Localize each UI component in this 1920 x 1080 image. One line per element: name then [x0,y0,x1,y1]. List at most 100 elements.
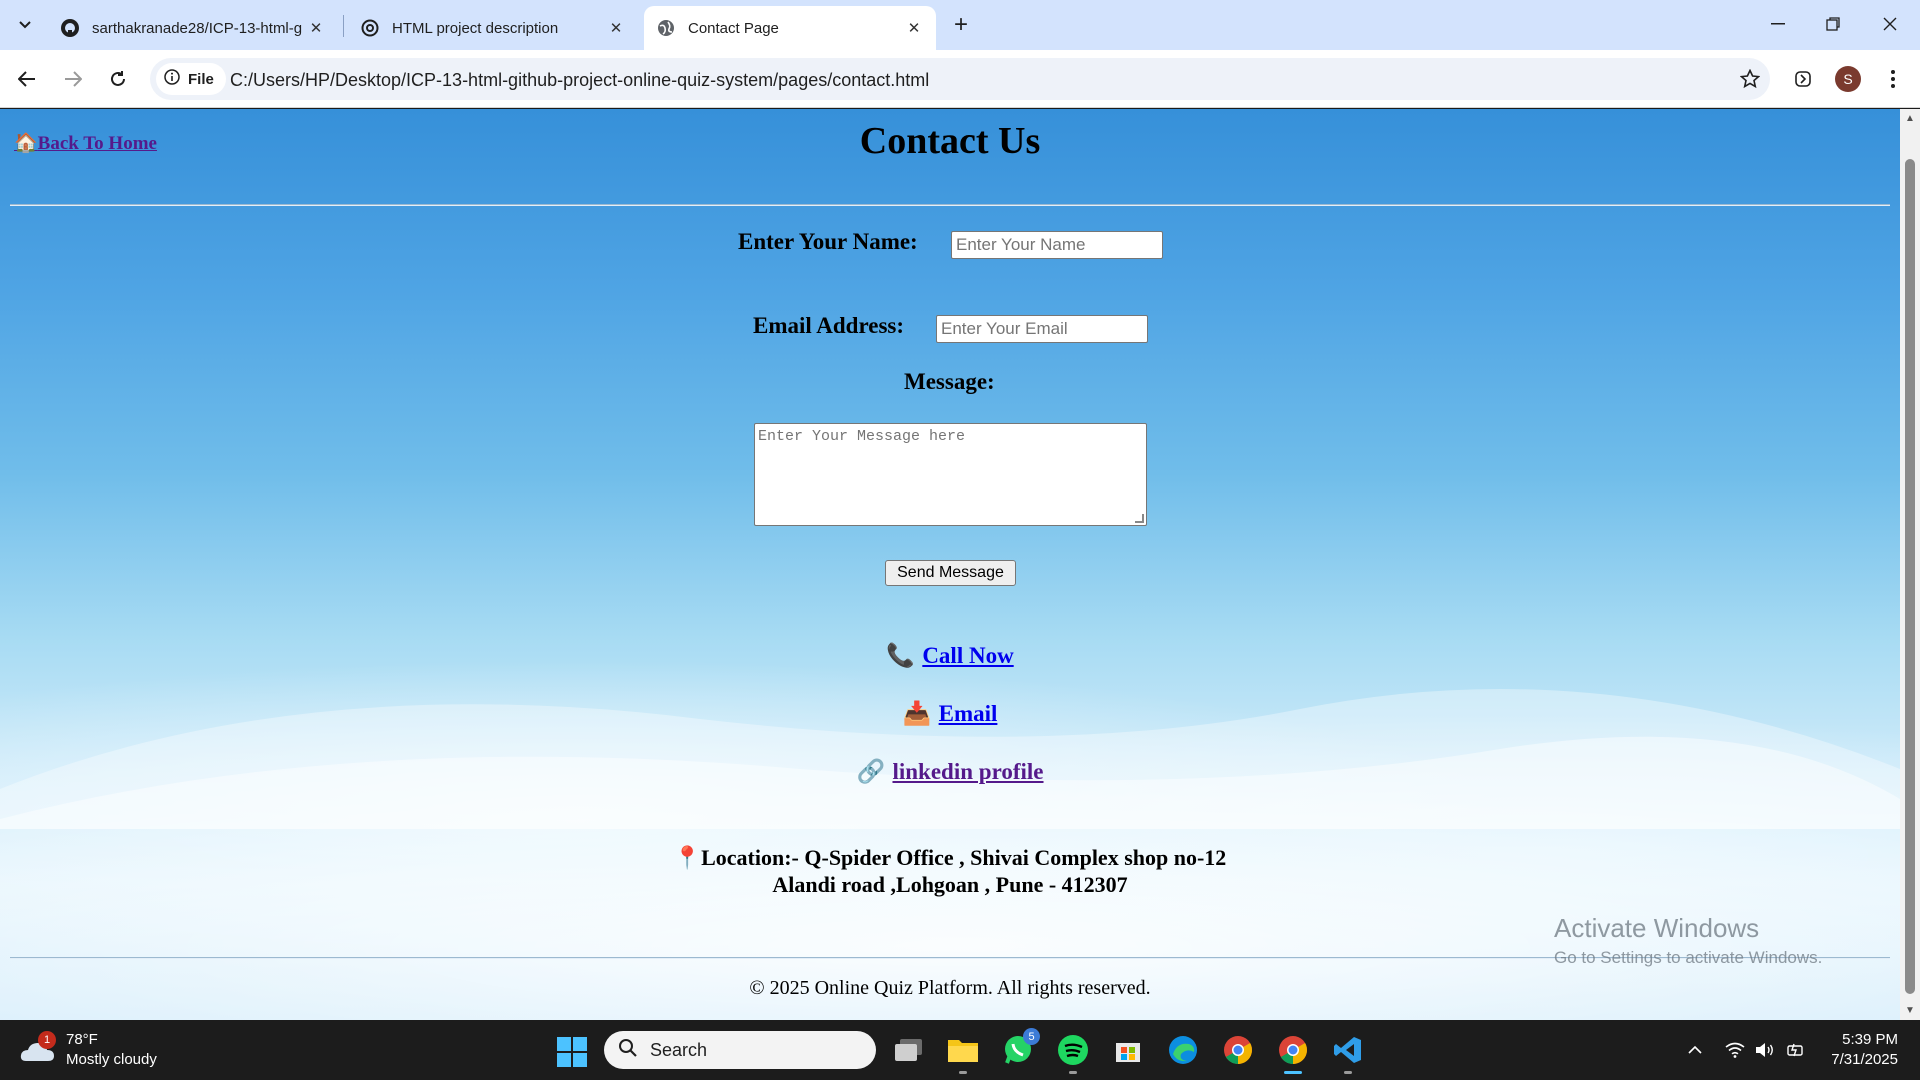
system-clock[interactable]: 5:39 PM 7/31/2025 [1826,1030,1898,1070]
github-icon [60,18,80,38]
location-line1: Location:- Q-Spider Office , Shivai Comp… [701,845,1227,870]
clock-time: 5:39 PM [1842,1031,1898,1048]
kebab-menu-icon[interactable] [1878,64,1908,94]
taskbar-search[interactable]: Search [604,1031,876,1069]
close-icon[interactable]: ✕ [606,18,626,38]
weather-widget[interactable]: 1 78°F Mostly cloudy [20,1030,157,1070]
volume-icon[interactable] [1753,1038,1777,1062]
address-bar[interactable]: File C:/Users/HP/Desktop/ICP-13-html-git… [150,58,1770,100]
battery-icon[interactable] [1783,1038,1807,1062]
scroll-down-icon[interactable]: ▼ [1904,1004,1916,1016]
activate-windows-watermark: Activate Windows Go to Settings to activ… [1554,913,1822,968]
cloud-icon: 1 [20,1031,56,1065]
close-icon[interactable]: ✕ [904,18,924,38]
browser-tabstrip: sarthakranade28/ICP-13-html-g ✕ HTML pro… [0,0,1920,50]
email-row: 📥 Email [0,700,1900,727]
windows-taskbar: 1 78°F Mostly cloudy Search 5 5:39 PM 7/… [0,1020,1920,1080]
linkedin-row: 🔗 linkedin profile [0,758,1900,785]
watermark-title: Activate Windows [1554,913,1760,943]
search-placeholder: Search [650,1039,708,1060]
spotify-icon[interactable] [1055,1032,1091,1074]
pin-icon: 📍 [673,845,702,870]
linkedin-label: linkedin profile [892,759,1044,784]
running-indicator [1069,1071,1077,1074]
email-label: Email Address: [753,313,905,338]
whatsapp-icon[interactable]: 5 [1000,1028,1040,1068]
restore-icon[interactable] [1813,6,1853,42]
call-now-link[interactable]: 📞 Call Now [886,643,1013,668]
new-tab-button[interactable]: + [946,10,976,40]
info-icon [164,69,180,89]
globe-icon [656,18,676,38]
message-label: Message: [904,369,995,394]
message-placeholder: Enter Your Message here [758,428,966,445]
url-scheme-label: File [188,70,214,88]
page-scrollbar[interactable]: ▲ ▼ [1900,109,1920,1020]
send-message-button[interactable]: Send Message [885,560,1016,586]
location-block: 📍Location:- Q-Spider Office , Shivai Com… [0,844,1900,898]
tab-title: HTML project description [392,19,559,37]
extensions-icon[interactable] [1788,64,1818,94]
chevron-up-icon[interactable] [1683,1038,1707,1062]
location-line2: Alandi road ,Lohgoan , Pune - 412307 [772,872,1128,897]
email-link[interactable]: 📥 Email [903,701,998,726]
divider [10,204,1890,206]
scrollbar-thumb[interactable] [1905,159,1915,994]
weather-description: Mostly cloudy [66,1051,157,1068]
browser-toolbar: File C:/Users/HP/Desktop/ICP-13-html-git… [0,50,1920,108]
call-now-label: Call Now [922,643,1014,668]
footer-copyright: © 2025 Online Quiz Platform. All rights … [749,977,1151,999]
edge-icon[interactable] [1165,1032,1201,1068]
forward-arrow-icon[interactable] [58,64,88,94]
phone-icon: 📞 [886,643,915,668]
call-now-row: 📞 Call Now [0,642,1900,669]
bookmark-star-icon[interactable] [1738,67,1762,91]
openai-icon [360,18,380,38]
tab-title: sarthakranade28/ICP-13-html-g [92,19,303,37]
page-viewport: 🏠Back To Home Contact Us Enter Your Name… [0,109,1920,1020]
running-indicator [1344,1071,1352,1074]
windows-start-icon[interactable] [557,1037,587,1067]
weather-temp: 78°F [66,1031,98,1048]
file-explorer-icon[interactable] [945,1032,981,1074]
scroll-up-icon[interactable]: ▲ [1904,112,1916,124]
wifi-icon[interactable] [1723,1038,1747,1062]
email-input[interactable] [936,315,1148,343]
whatsapp-badge: 5 [1023,1028,1040,1045]
reload-icon[interactable] [103,64,133,94]
name-label: Enter Your Name: [738,229,918,254]
search-icon [618,1038,638,1063]
site-info-chip[interactable]: File [156,63,226,95]
link-icon: 🔗 [856,759,886,784]
weather-badge: 1 [38,1031,56,1049]
tab-title: Contact Page [688,19,779,37]
tab-search-button[interactable] [10,10,40,40]
avatar: S [1835,66,1861,92]
vscode-icon[interactable] [1330,1032,1366,1074]
microsoft-store-icon[interactable] [1110,1032,1146,1068]
name-input[interactable] [951,231,1163,259]
page-title: Contact Us [859,120,1041,162]
running-indicator [959,1071,967,1074]
close-window-icon[interactable] [1870,6,1910,42]
back-arrow-icon[interactable] [12,64,42,94]
email-label: Email [938,701,998,726]
tab-contact-page[interactable]: Contact Page ✕ [644,6,936,50]
inbox-icon: 📥 [902,701,932,726]
close-icon[interactable]: ✕ [306,18,326,38]
linkedin-link[interactable]: 🔗 linkedin profile [856,759,1043,784]
clock-date: 7/31/2025 [1831,1051,1898,1068]
task-view-icon[interactable] [891,1032,927,1068]
active-indicator [1284,1071,1302,1074]
resize-handle-icon[interactable] [1135,514,1144,523]
chrome-profile-icon[interactable] [1275,1032,1311,1074]
url-text[interactable]: C:/Users/HP/Desktop/ICP-13-html-github-p… [230,70,929,91]
profile-avatar[interactable]: S [1833,64,1863,94]
contact-page: 🏠Back To Home Contact Us Enter Your Name… [0,109,1900,1020]
watermark-subtitle: Go to Settings to activate Windows. [1554,948,1823,967]
message-textarea[interactable]: Enter Your Message here [754,423,1147,526]
chrome-icon[interactable] [1220,1032,1256,1068]
tab-github[interactable]: sarthakranade28/ICP-13-html-g ✕ [48,6,338,50]
minimize-icon[interactable] [1758,6,1798,42]
tab-html-project[interactable]: HTML project description ✕ [348,6,638,50]
